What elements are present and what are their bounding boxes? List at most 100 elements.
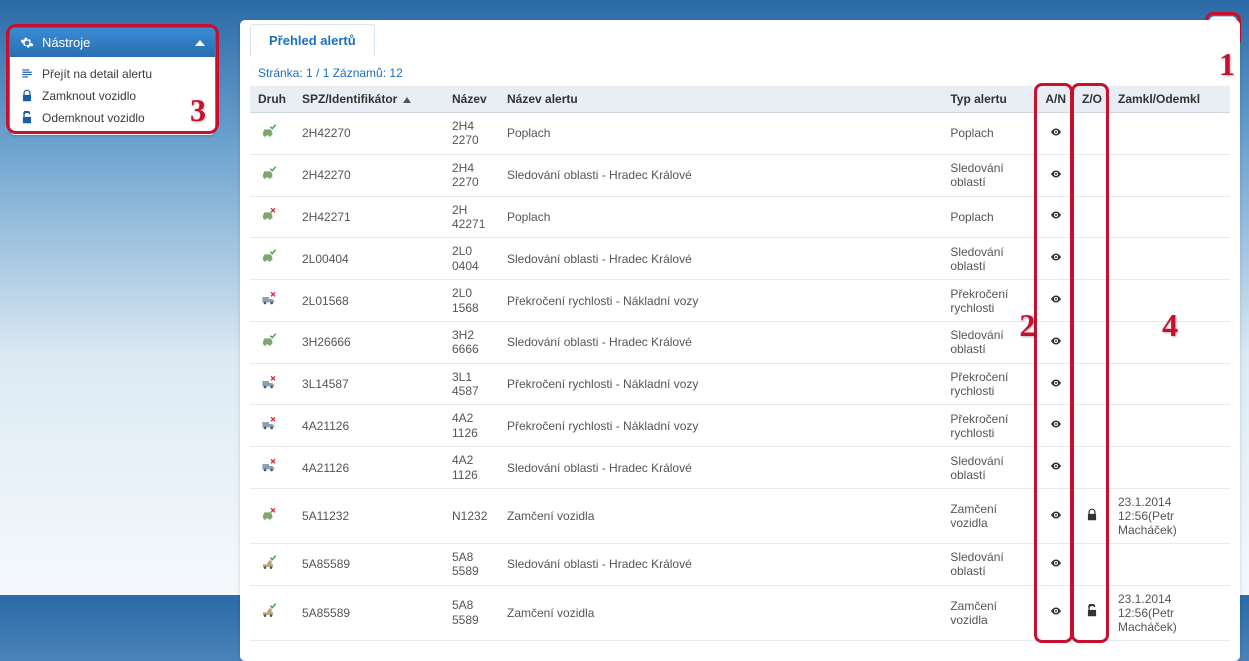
table-row[interactable]: 3H266663H26666Sledování oblasti - Hradec… [250,321,1230,363]
cell-typ: Překročení rychlosti [942,405,1037,447]
eye-icon [1048,209,1064,221]
table-row[interactable]: 2H422712H42271PoplachPoplach [250,196,1230,238]
eye-icon [1048,293,1064,305]
tab-alerts[interactable]: Přehled alertů [250,24,375,56]
cell-spz: 5A11232 [294,489,444,544]
cell-nazev-alertu: Sledování oblasti - Hradec Králové [499,238,942,280]
sidebar-item-unlock[interactable]: Odemknout vozidlo [10,107,215,129]
pager-info: Stránka: 1 / 1 Záznamů: 12 [240,56,1240,86]
cell-an[interactable] [1037,585,1074,640]
table-row[interactable]: 3L145873L14587Překročení rychlosti - Nák… [250,363,1230,405]
table-row[interactable]: 2H422702H42270PoplachPoplach [250,113,1230,155]
vehicle-icon [258,333,280,349]
cell-spz: 5A85589 [294,544,444,586]
cell-zo[interactable] [1074,585,1110,640]
sidebar-item-detail[interactable]: Přejít na detail alertu [10,63,215,85]
eye-icon [1048,509,1064,521]
table-row[interactable]: 4A211264A21126Sledování oblasti - Hradec… [250,447,1230,489]
vehicle-icon [258,124,280,140]
cell-nazev-alertu: Poplach [499,113,942,155]
tools-items: Přejít na detail alertu Zamknout vozidlo… [10,57,215,135]
table-row[interactable]: 2L004042L00404Sledování oblasti - Hradec… [250,238,1230,280]
cell-zamkl [1110,405,1230,447]
cell-an[interactable] [1037,196,1074,238]
cell-zo[interactable] [1074,363,1110,405]
table-row[interactable]: 5A11232N1232Zamčení vozidlaZamčení vozid… [250,489,1230,544]
cell-an[interactable] [1037,544,1074,586]
cell-typ: Sledování oblastí [942,154,1037,196]
cell-zo[interactable] [1074,113,1110,155]
col-spz[interactable]: SPZ/Identifikátor [294,86,444,113]
lock-open-icon [1085,604,1099,618]
cell-zo[interactable] [1074,238,1110,280]
cell-typ: Sledování oblastí [942,447,1037,489]
cell-zo[interactable] [1074,280,1110,322]
cell-typ: Zamčení vozidla [942,489,1037,544]
table-row[interactable]: 2L015682L01568Překročení rychlosti - Nák… [250,280,1230,322]
cell-spz: 2H42271 [294,196,444,238]
cell-an[interactable] [1037,321,1074,363]
sidebar-item-label: Odemknout vozidlo [42,111,145,125]
vehicle-icon [258,166,280,182]
cell-nazev-alertu: Překročení rychlosti - Nákladní vozy [499,280,942,322]
cell-zo[interactable] [1074,154,1110,196]
cell-an[interactable] [1037,113,1074,155]
cell-zamkl [1110,154,1230,196]
cell-zo[interactable] [1074,544,1110,586]
collapse-icon[interactable] [195,40,205,46]
col-zo[interactable]: Z/O [1074,86,1110,113]
table-row[interactable]: 5A855895A85589Zamčení vozidlaZamčení voz… [250,585,1230,640]
cell-nazev: 3L14587 [444,363,499,405]
cell-nazev: 4A21126 [444,447,499,489]
cell-zamkl [1110,447,1230,489]
col-typ-alertu[interactable]: Typ alertu [942,86,1037,113]
cell-nazev: 5A85589 [444,585,499,640]
cell-nazev: N1232 [444,489,499,544]
tools-panel-header[interactable]: Nástroje [10,28,215,57]
cell-nazev: 2L01568 [444,280,499,322]
eye-icon [1048,335,1064,347]
cell-zo[interactable] [1074,447,1110,489]
sidebar-item-label: Zamknout vozidlo [42,89,136,103]
sidebar-item-label: Přejít na detail alertu [42,67,152,81]
cell-an[interactable] [1037,363,1074,405]
vehicle-icon [258,555,280,571]
tab-label: Přehled alertů [269,33,356,48]
cell-zamkl [1110,280,1230,322]
cell-an[interactable] [1037,405,1074,447]
eye-icon [1048,605,1064,617]
col-druh[interactable]: Druh [250,86,294,113]
cell-zamkl [1110,113,1230,155]
cell-spz: 4A21126 [294,405,444,447]
col-zamkl[interactable]: Zamkl/Odemkl [1110,86,1230,113]
cell-typ: Poplach [942,196,1037,238]
cell-zo[interactable] [1074,196,1110,238]
table-row[interactable]: 5A855895A85589Sledování oblasti - Hradec… [250,544,1230,586]
cell-an[interactable] [1037,447,1074,489]
table-row[interactable]: 2H422702H42270Sledování oblasti - Hradec… [250,154,1230,196]
cell-zamkl [1110,363,1230,405]
col-nazev[interactable]: Název [444,86,499,113]
cell-an[interactable] [1037,280,1074,322]
cell-zo[interactable] [1074,321,1110,363]
col-nazev-alertu[interactable]: Název alertu [499,86,942,113]
cell-nazev: 4A21126 [444,405,499,447]
cell-an[interactable] [1037,154,1074,196]
cell-zo[interactable] [1074,489,1110,544]
table-row[interactable]: 4A211264A21126Překročení rychlosti - Nák… [250,405,1230,447]
unlock-icon [20,111,34,125]
lock-closed-icon [1085,508,1099,522]
cell-typ: Překročení rychlosti [942,363,1037,405]
vehicle-icon [258,507,280,523]
cell-nazev-alertu: Poplach [499,196,942,238]
cell-zo[interactable] [1074,405,1110,447]
cell-an[interactable] [1037,489,1074,544]
cell-nazev-alertu: Sledování oblasti - Hradec Králové [499,321,942,363]
sidebar-item-lock[interactable]: Zamknout vozidlo [10,85,215,107]
cell-typ: Zamčení vozidla [942,585,1037,640]
cell-an[interactable] [1037,238,1074,280]
cell-zamkl: 23.1.2014 12:56(Petr Macháček) [1110,489,1230,544]
col-an[interactable]: A/N [1037,86,1074,113]
eye-icon [1048,557,1064,569]
cell-spz: 2L01568 [294,280,444,322]
